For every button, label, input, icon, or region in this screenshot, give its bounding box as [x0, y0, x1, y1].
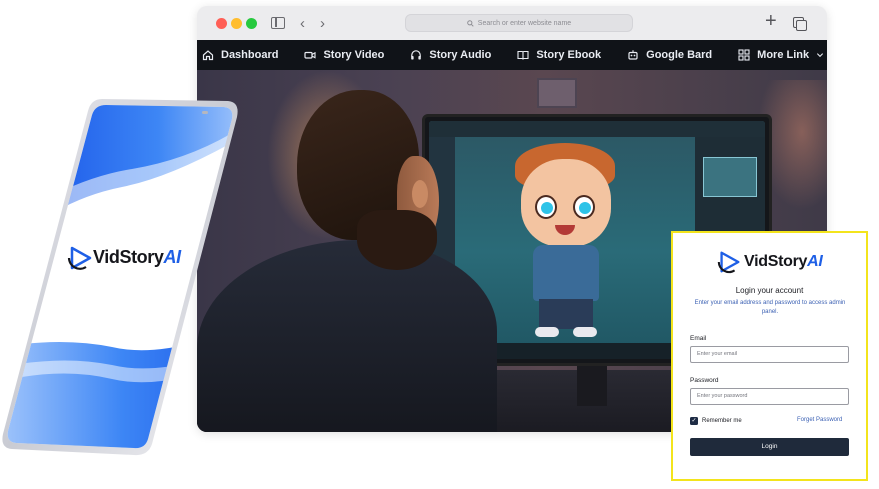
nav-label: More Link	[757, 49, 810, 61]
cartoon-left-shoe	[535, 327, 559, 337]
cartoon-right-eye	[573, 195, 595, 219]
new-tab-plus-icon[interactable]: +	[765, 11, 777, 31]
software-toolbar	[429, 121, 765, 137]
sidebar-toggle-icon[interactable]	[271, 17, 285, 29]
phone-mockup: VidStoryAI	[2, 97, 238, 457]
brand-name-accent: AI	[163, 247, 182, 267]
brand-name-accent: AI	[807, 253, 823, 270]
login-button[interactable]: Login	[690, 438, 849, 456]
nav-more-link[interactable]: More Link	[738, 40, 824, 70]
home-icon	[202, 50, 214, 61]
cartoon-body	[533, 245, 599, 301]
address-bar[interactable]: Search or enter website name	[405, 14, 633, 32]
preview-thumbnail	[703, 157, 757, 197]
chevron-down-icon	[817, 53, 824, 58]
email-field[interactable]: Enter your email	[690, 346, 849, 363]
nav-story-video[interactable]: Story Video	[304, 40, 384, 70]
brand-name-main: VidStory	[93, 247, 164, 267]
login-card: VidStoryAI Login your account Enter your…	[671, 231, 868, 481]
nav-label: Dashboard	[221, 49, 279, 61]
remember-me-option[interactable]: ✓ Remember me	[690, 417, 742, 425]
nav-label: Story Ebook	[536, 49, 602, 61]
headphones-icon	[411, 50, 422, 60]
cartoon-right-shoe	[573, 327, 597, 337]
cartoon-legs	[539, 299, 593, 329]
tab-overview-icon[interactable]	[793, 17, 807, 31]
remember-me-label: Remember me	[702, 418, 742, 424]
vidstory-logo-icon	[67, 246, 92, 270]
vidstory-logo-icon	[717, 251, 740, 273]
video-camera-icon	[304, 51, 317, 59]
nav-label: Google Bard	[646, 49, 713, 61]
robot-icon	[628, 50, 638, 60]
monitor-stand	[577, 366, 607, 406]
phone-brand-wordmark: VidStoryAI	[93, 247, 181, 268]
minimize-window-button[interactable]	[231, 18, 242, 29]
email-label: Email	[690, 335, 707, 342]
login-brand-logo: VidStoryAI	[716, 249, 826, 273]
remember-me-checkbox[interactable]: ✓	[690, 417, 698, 425]
close-window-button[interactable]	[216, 18, 227, 29]
browser-toolbar: ‹ › Search or enter website name +	[197, 6, 827, 40]
book-icon	[517, 50, 529, 60]
nav-story-ebook[interactable]: Story Ebook	[517, 40, 601, 70]
forget-password-link[interactable]: Forget Password	[797, 417, 842, 423]
brand-name-main: VidStory	[744, 253, 808, 270]
login-heading: Login your account	[735, 286, 804, 295]
login-brand-wordmark: VidStoryAI	[744, 253, 823, 271]
grid-icon	[738, 49, 750, 61]
password-label: Password	[690, 377, 719, 384]
wall-picture-frame	[537, 78, 577, 108]
nav-story-audio[interactable]: Story Audio	[410, 40, 491, 70]
site-nav-bar: Dashboard Story Video Story Audio Story …	[197, 40, 827, 70]
nav-label: Story Audio	[429, 49, 492, 61]
back-arrow-icon[interactable]: ‹	[300, 15, 305, 32]
phone-brand-logo: VidStoryAI	[66, 242, 196, 272]
man-shoulders	[197, 240, 497, 432]
man-ear	[412, 180, 428, 208]
phone-illustration	[2, 99, 238, 456]
promo-stage: ‹ › Search or enter website name + Dashb…	[0, 0, 879, 489]
man-beard	[357, 210, 437, 270]
nav-google-bard[interactable]: Google Bard	[627, 40, 712, 70]
login-subtitle: Enter your email address and password to…	[694, 300, 846, 315]
address-placeholder: Search or enter website name	[477, 19, 572, 27]
nav-label: Story Video	[323, 49, 385, 61]
cartoon-left-eye	[535, 195, 557, 219]
nav-dashboard[interactable]: Dashboard	[202, 40, 278, 70]
forward-arrow-icon[interactable]: ›	[320, 15, 325, 32]
search-icon	[467, 19, 474, 27]
maximize-window-button[interactable]	[246, 18, 257, 29]
password-field[interactable]: Enter your password	[690, 388, 849, 405]
